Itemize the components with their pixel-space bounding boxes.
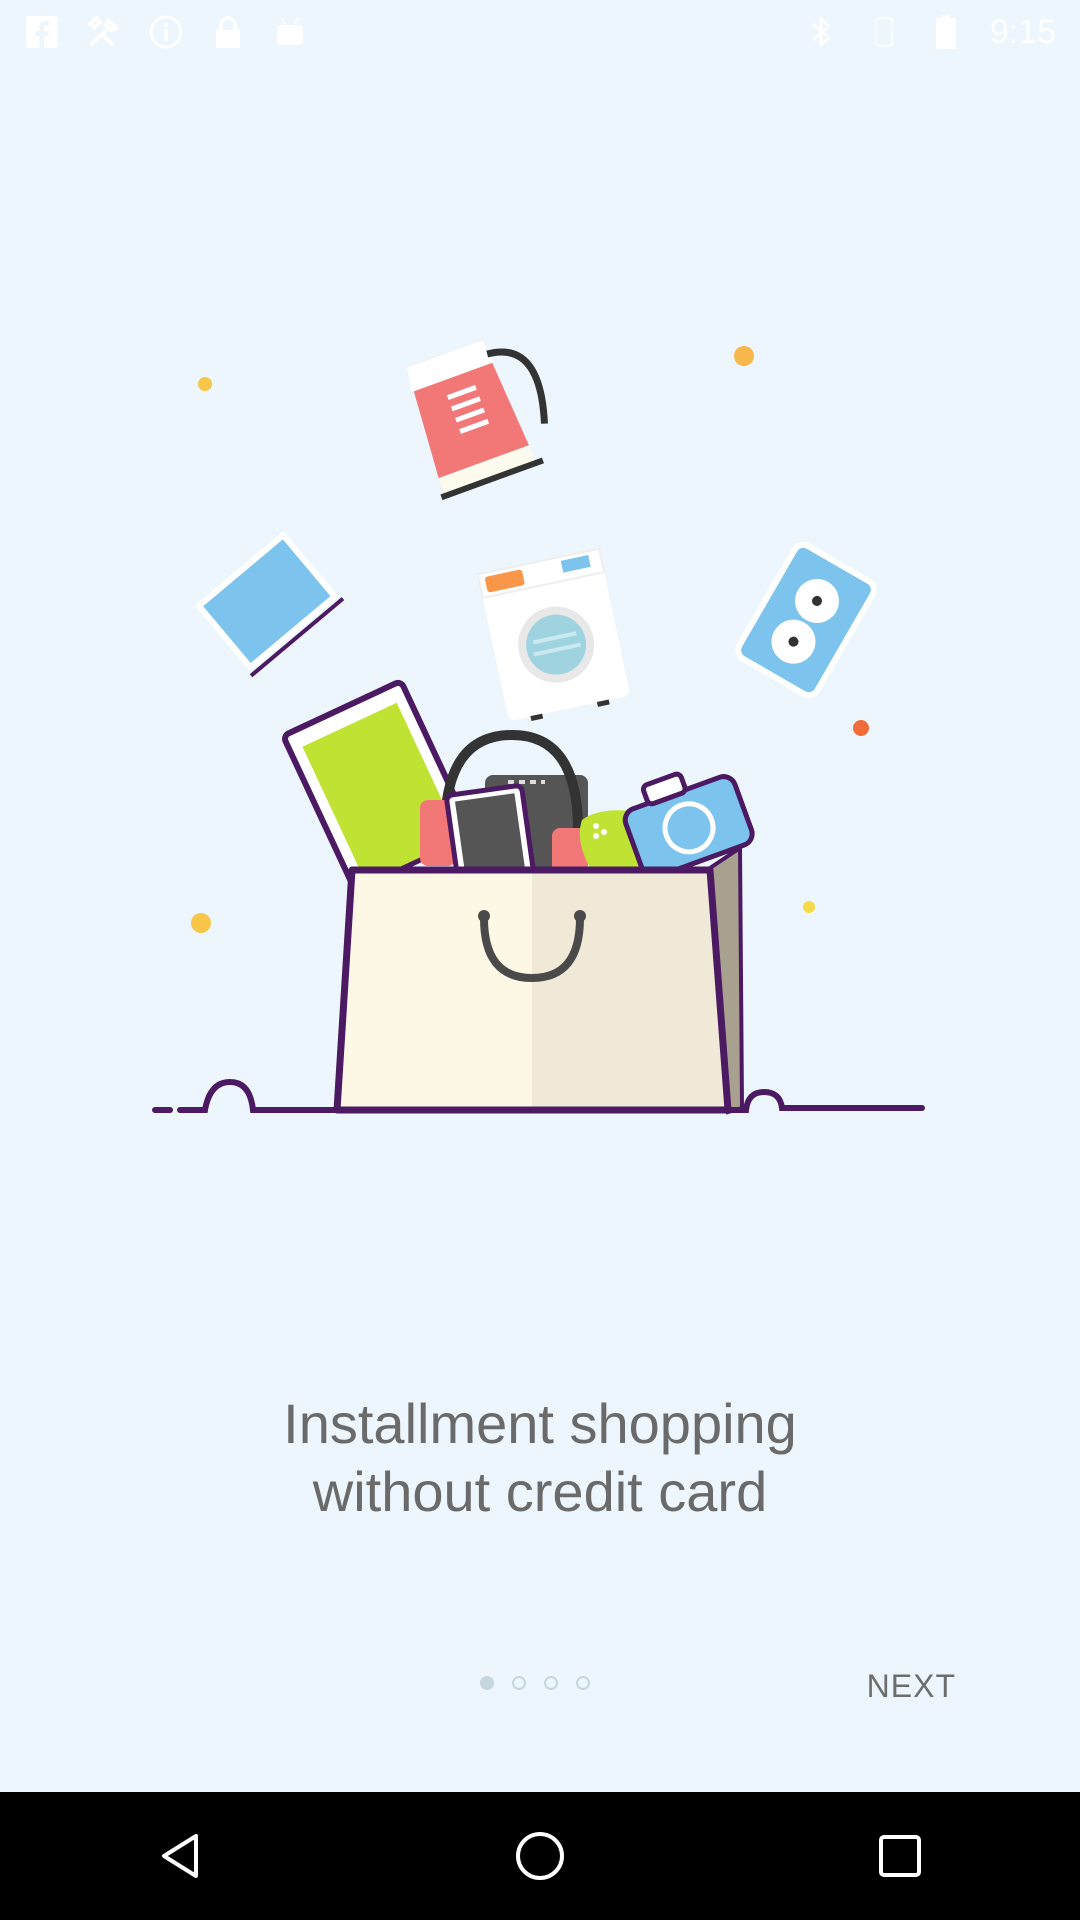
lock-icon bbox=[210, 14, 246, 50]
headline-line-1: Installment shopping bbox=[283, 1392, 797, 1455]
home-button[interactable] bbox=[500, 1816, 580, 1896]
page-dot-4 bbox=[576, 1676, 590, 1690]
bluetooth-icon bbox=[804, 14, 840, 50]
decor-dot bbox=[198, 377, 212, 391]
page-dot-2 bbox=[512, 1676, 526, 1690]
battery-icon bbox=[928, 14, 964, 50]
status-right-icons: 9:15 bbox=[804, 13, 1056, 52]
home-icon bbox=[516, 1832, 564, 1880]
clock: 9:15 bbox=[989, 12, 1056, 51]
recents-icon bbox=[879, 1835, 921, 1877]
decor-dot bbox=[734, 346, 754, 366]
page-dot-1 bbox=[480, 1676, 494, 1690]
decor-dot bbox=[803, 901, 815, 913]
next-button[interactable]: NEXT bbox=[867, 1668, 956, 1705]
shopping-bag-icon bbox=[333, 844, 745, 1115]
page-indicator bbox=[480, 1676, 590, 1690]
status-left-icons bbox=[24, 14, 308, 50]
vibrate-icon bbox=[866, 14, 902, 50]
tools-icon bbox=[86, 14, 122, 50]
info-icon bbox=[148, 14, 184, 50]
recents-button[interactable] bbox=[860, 1816, 940, 1896]
decor-dot bbox=[853, 720, 869, 736]
speaker-icon bbox=[735, 541, 877, 699]
facebook-icon bbox=[24, 14, 60, 50]
page-dot-3 bbox=[544, 1676, 558, 1690]
onboarding-illustration bbox=[0, 300, 1080, 1160]
status-bar: 9:15 bbox=[0, 0, 1080, 64]
laptop-icon bbox=[194, 530, 345, 678]
onboarding-headline: Installment shopping without credit card bbox=[0, 1390, 1080, 1526]
headline-line-2: without credit card bbox=[312, 1460, 768, 1523]
washing-machine-icon bbox=[476, 547, 630, 721]
navigation-bar bbox=[0, 1792, 1080, 1920]
back-icon bbox=[162, 1834, 198, 1878]
decor-dot bbox=[191, 913, 211, 933]
android-icon bbox=[272, 14, 308, 50]
kettle-icon bbox=[406, 339, 548, 501]
back-button[interactable] bbox=[140, 1816, 220, 1896]
